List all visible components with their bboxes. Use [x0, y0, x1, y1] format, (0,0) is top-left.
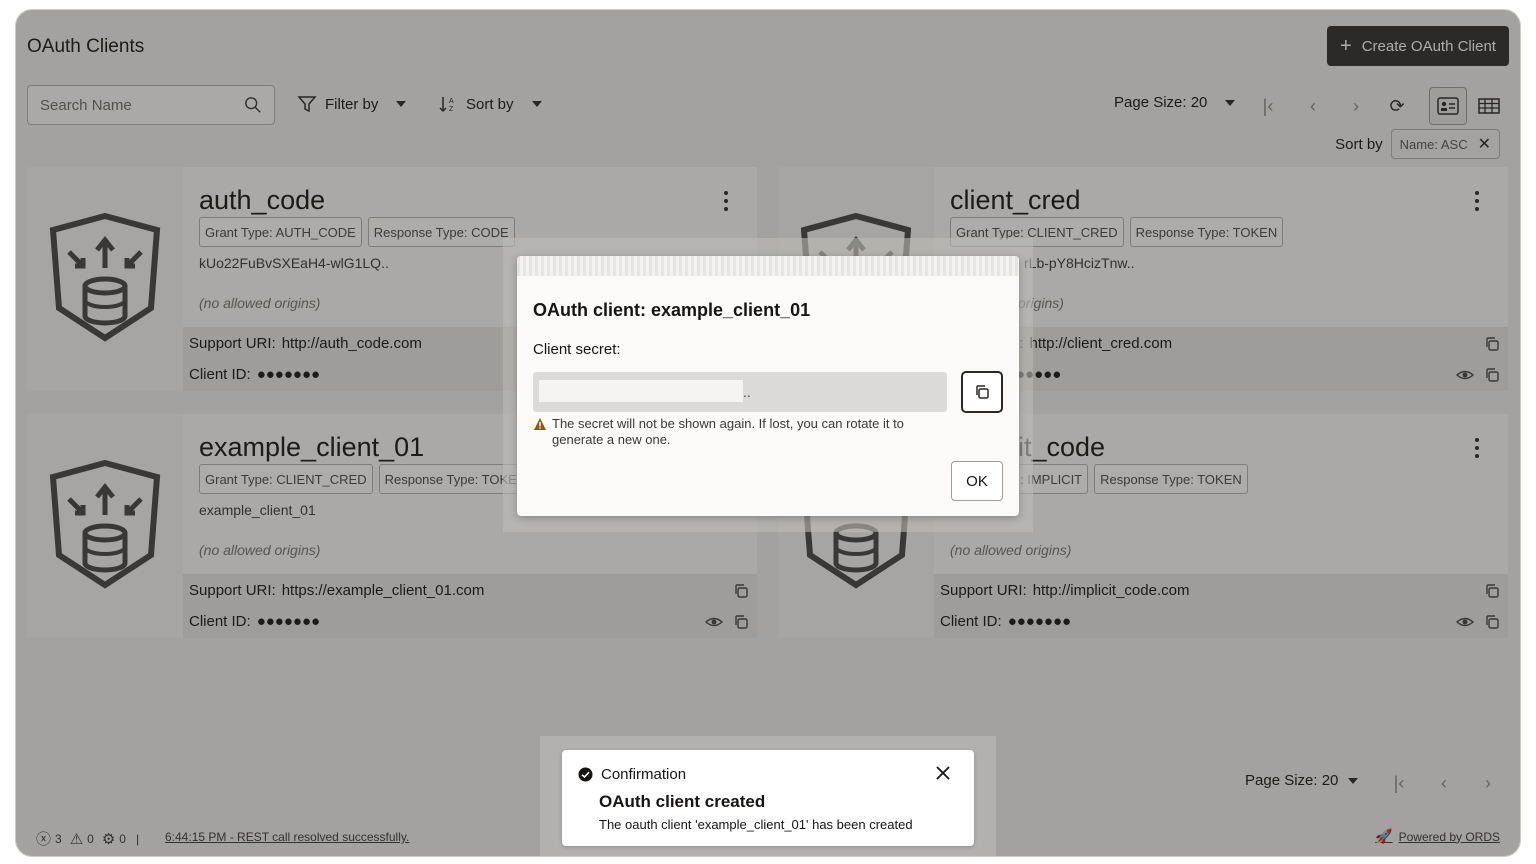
toast-title: OAuth client created — [599, 792, 766, 811]
app-window: OAuth Clients + Create OAuth Client Sear… — [16, 10, 1520, 856]
secret-warning-text: The secret will not be shown again. If l… — [552, 416, 904, 447]
client-secret-label: Client secret: — [533, 341, 621, 358]
secret-warning: The secret will not be shown again. If l… — [533, 416, 933, 448]
toast-header: Confirmation — [578, 766, 686, 783]
client-secret-field[interactable]: .. — [533, 372, 947, 412]
secret-suffix: .. — [743, 384, 751, 400]
warning-icon — [534, 418, 546, 430]
redacted-secret — [539, 380, 743, 402]
copy-secret-button[interactable] — [961, 371, 1003, 413]
client-secret-dialog: OAuth client: example_client_01 Client s… — [517, 256, 1019, 516]
copy-icon — [976, 385, 989, 399]
toast-message: The oauth client 'example_client_01' has… — [599, 817, 913, 832]
check-circle-icon — [578, 767, 593, 782]
confirmation-toast: Confirmation OAuth client created The oa… — [562, 750, 974, 846]
ok-button[interactable]: OK — [951, 461, 1003, 501]
toast-header-label: Confirmation — [601, 766, 687, 783]
dialog-header-strip — [517, 256, 1019, 276]
dialog-title: OAuth client: example_client_01 — [533, 300, 811, 320]
close-icon[interactable] — [934, 764, 952, 782]
